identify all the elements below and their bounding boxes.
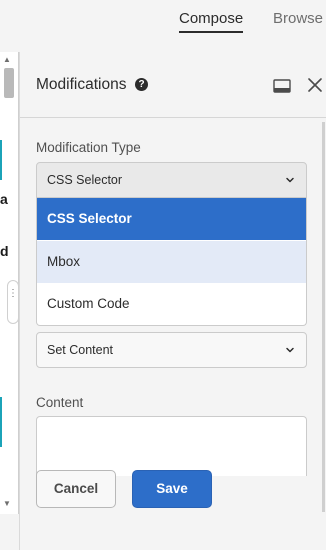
modification-type-value: CSS Selector bbox=[47, 173, 123, 187]
modification-type-select[interactable]: CSS Selector bbox=[36, 162, 307, 198]
chevron-down-icon bbox=[286, 347, 294, 353]
scroll-up-arrow-icon[interactable]: ▲ bbox=[3, 56, 11, 64]
panel-title: Modifications bbox=[36, 76, 127, 93]
tab-browse[interactable]: Browse bbox=[273, 10, 323, 31]
dropdown-option-mbox[interactable]: Mbox bbox=[37, 241, 306, 283]
modification-type-dropdown: CSS Selector Mbox Custom Code bbox=[36, 198, 307, 326]
page-preview-text-fragment: a bbox=[0, 191, 8, 207]
modifications-panel: ⋮ Modifications ? Modification Type CSS … bbox=[7, 52, 326, 550]
cancel-button[interactable]: Cancel bbox=[36, 470, 116, 508]
scroll-down-arrow-icon[interactable]: ▼ bbox=[3, 500, 11, 508]
tab-compose[interactable]: Compose bbox=[179, 10, 244, 33]
action-select-value: Set Content bbox=[47, 343, 114, 357]
panel-scrollbar[interactable] bbox=[322, 122, 325, 512]
dropdown-option-custom-code[interactable]: Custom Code bbox=[37, 283, 306, 325]
panel-header: Modifications ? bbox=[20, 52, 326, 118]
page-preview-teal-bar bbox=[0, 397, 2, 447]
page-preview-teal-bar bbox=[0, 140, 2, 180]
chevron-down-icon bbox=[286, 177, 294, 183]
save-button[interactable]: Save bbox=[132, 470, 212, 508]
page-scrollbar-thumb[interactable] bbox=[4, 68, 14, 98]
action-select[interactable]: Set Content bbox=[36, 332, 307, 368]
panel-resize-handle[interactable]: ⋮ bbox=[7, 280, 19, 324]
dropdown-option-css-selector[interactable]: CSS Selector bbox=[37, 198, 306, 240]
question-circle-icon[interactable]: ? bbox=[135, 78, 148, 91]
close-icon[interactable] bbox=[308, 78, 322, 92]
modification-type-label: Modification Type bbox=[36, 140, 141, 155]
content-textarea[interactable] bbox=[36, 416, 307, 476]
dock-panel-icon[interactable] bbox=[273, 79, 291, 93]
page-preview-text-fragment: d bbox=[0, 243, 9, 259]
top-nav: Compose Browse bbox=[0, 0, 326, 52]
content-label: Content bbox=[36, 395, 84, 410]
